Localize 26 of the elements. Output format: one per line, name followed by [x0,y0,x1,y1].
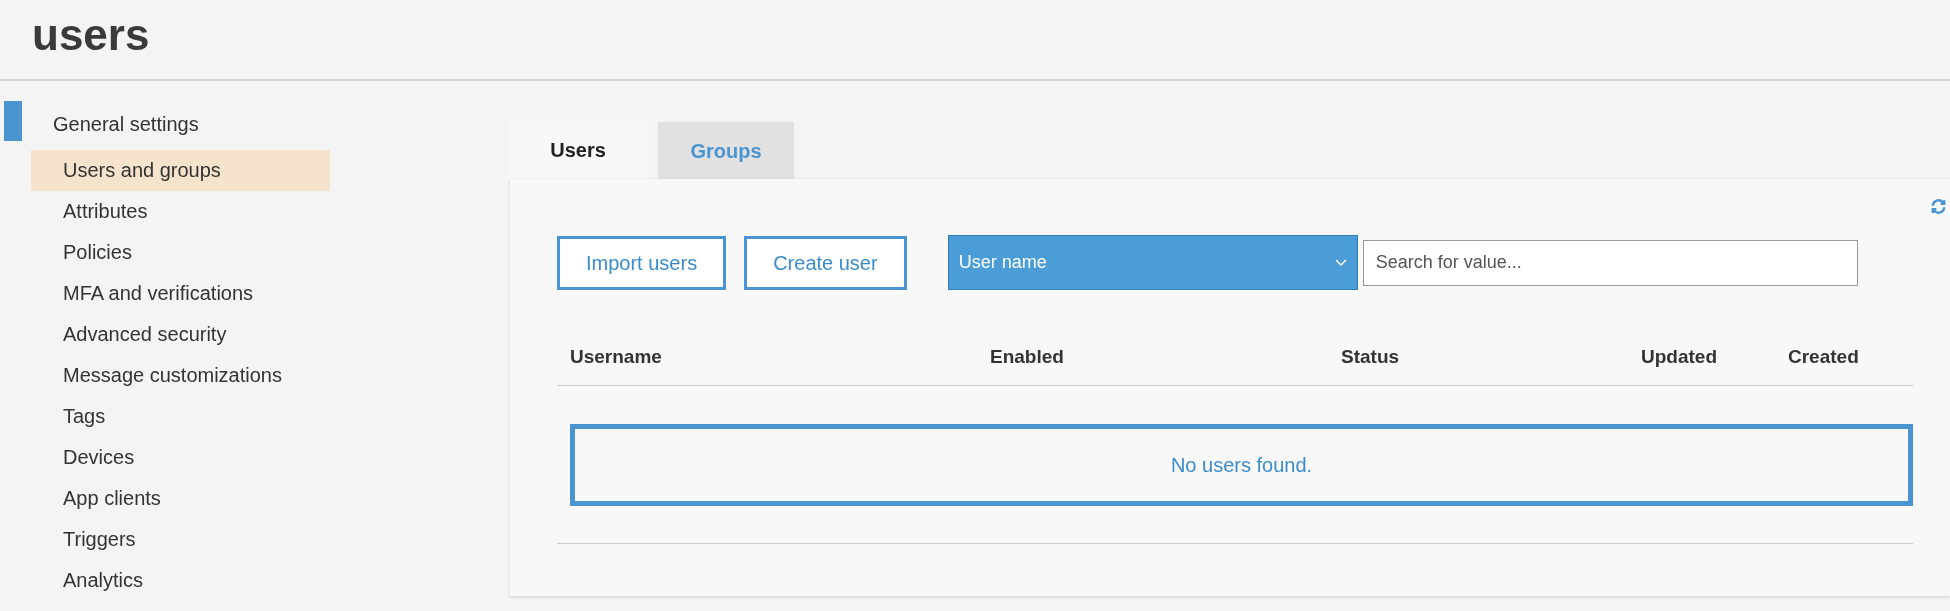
search-field[interactable]: Search for value... [1362,239,1858,286]
sidebar-item[interactable]: Tags [31,396,330,437]
sidebar-item[interactable]: Triggers [31,519,330,560]
column-header: Username [570,346,662,368]
sidebar-item[interactable]: MFA and verifications [31,273,330,314]
refresh-icon[interactable] [1930,198,1947,215]
column-header: Created [1788,346,1859,368]
sidebar-item[interactable]: Message customizations [31,355,330,396]
sidebar-item[interactable]: Advanced security [31,314,330,355]
column-header: Status [1341,346,1400,368]
sidebar-item[interactable]: Policies [31,232,330,273]
sidebar-item[interactable]: Users and groups [31,150,330,191]
empty-message: No users found. [1170,453,1313,478]
sidebar-item[interactable]: Devices [31,437,330,478]
column-header: Updated [1641,346,1717,368]
chevron-icon [1334,258,1347,267]
section-heading: General settings [53,112,199,137]
sidebar-item[interactable]: App clients [31,478,330,519]
sidebar-item[interactable]: Analytics [31,560,330,601]
section-marker [4,101,22,141]
tab[interactable]: Users [508,120,648,179]
action-button[interactable]: Import users [557,235,727,290]
page-title: users [32,10,150,60]
sidebar-item[interactable]: Attributes [31,191,330,232]
column-header: Enabled [990,346,1064,368]
action-button[interactable]: Create user [744,235,907,290]
